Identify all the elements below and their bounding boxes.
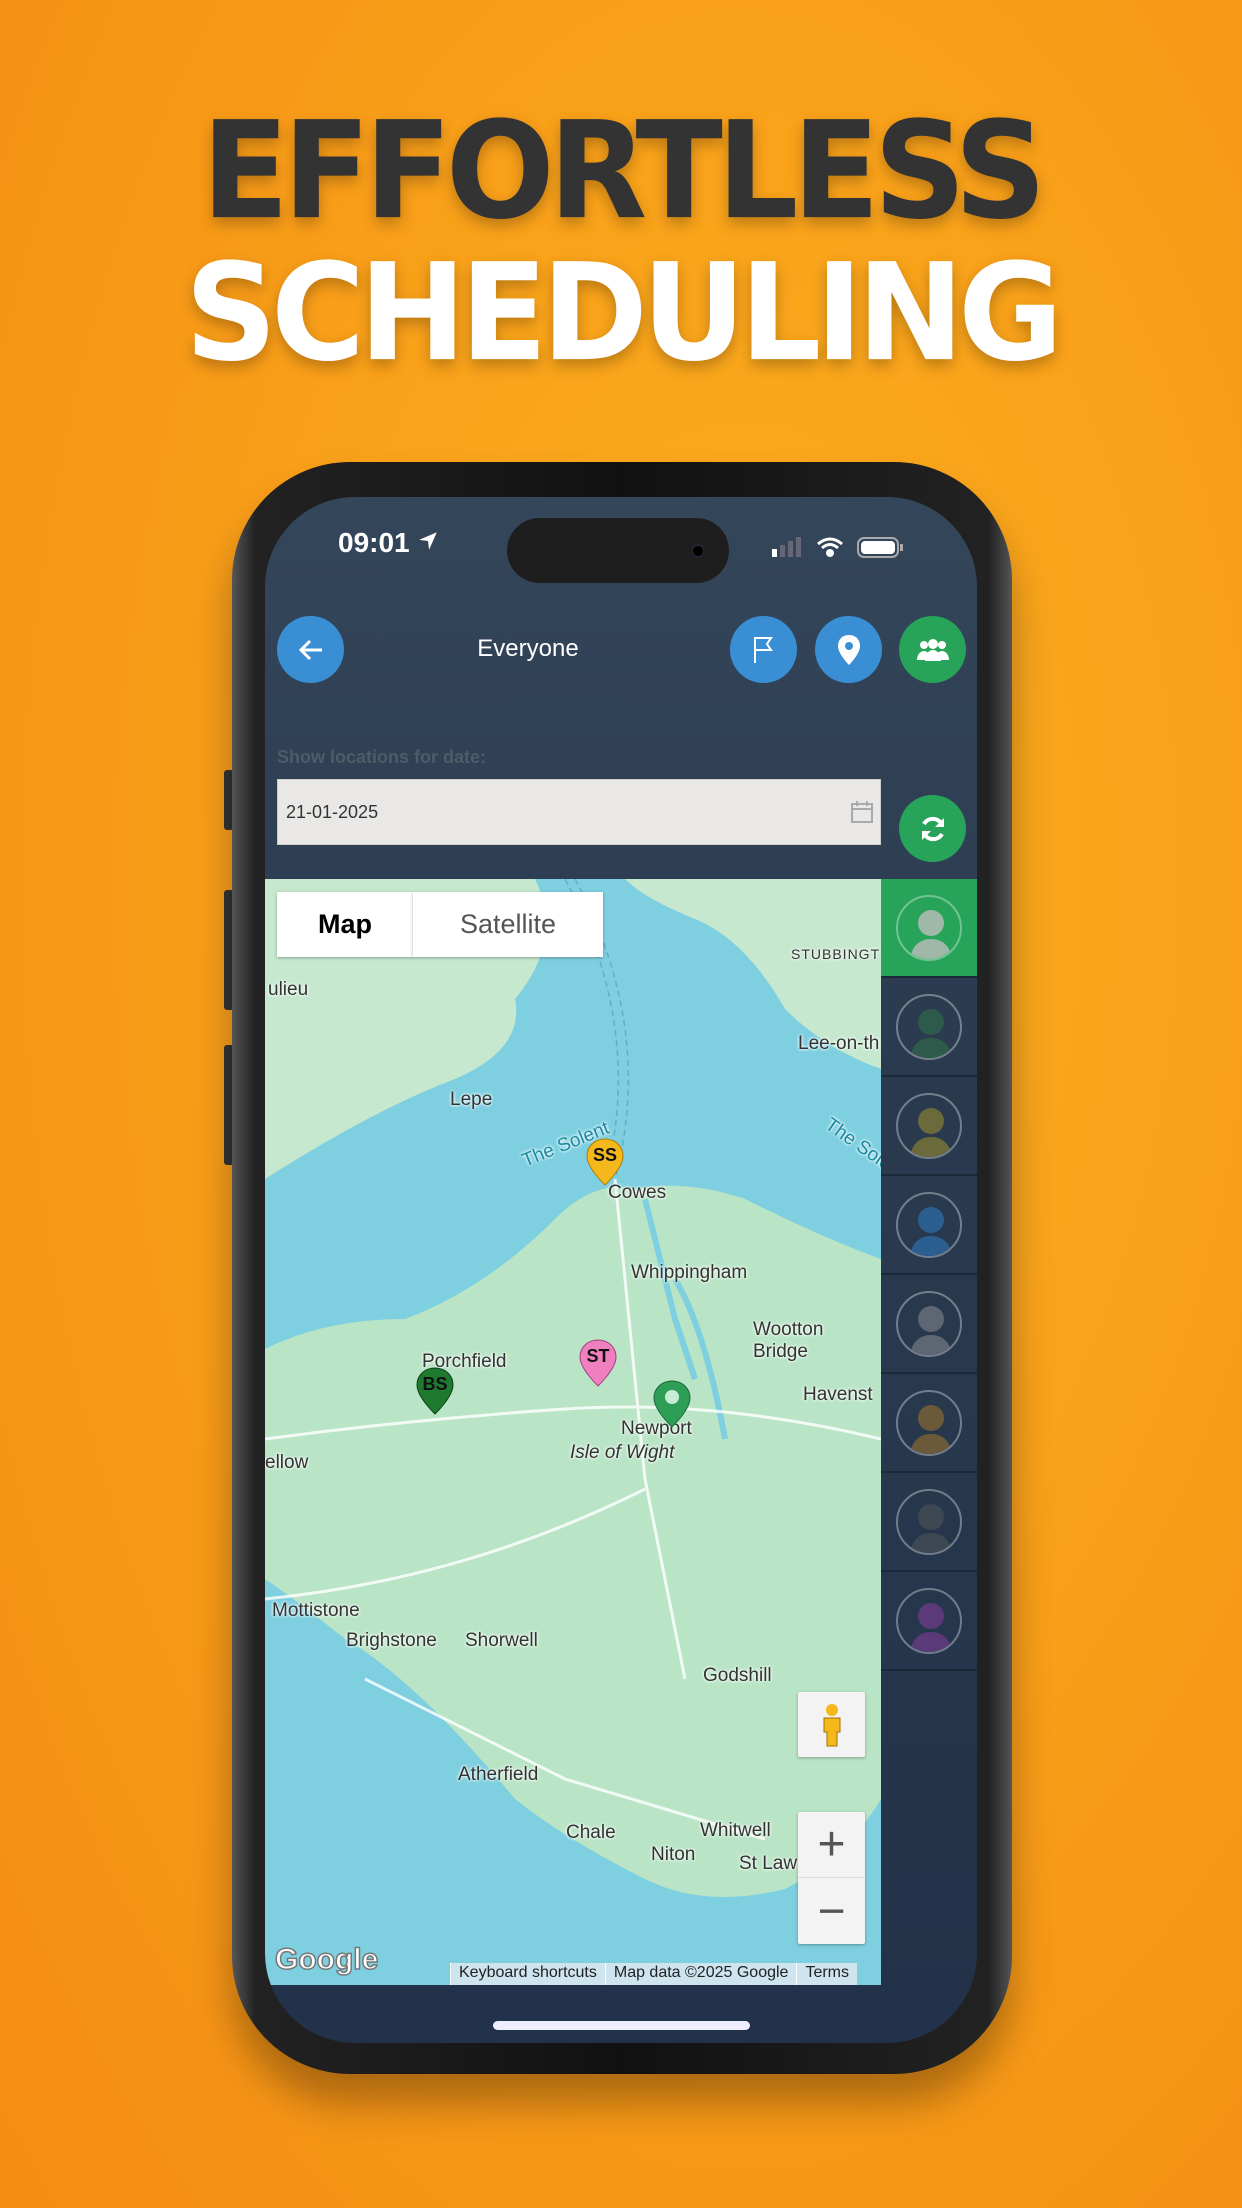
zoom-out-button[interactable]: − — [798, 1878, 865, 1944]
dynamic-island — [507, 518, 729, 583]
phone-screen: 09:01 Everyone Show locations for date: … — [265, 497, 977, 2043]
map-pin-icon — [837, 634, 860, 665]
calendar-icon[interactable] — [850, 800, 874, 824]
person-silhouette-icon — [910, 909, 952, 959]
map-label: St Law — [739, 1853, 798, 1874]
people-sidebar — [881, 879, 977, 2043]
person-row[interactable] — [881, 1572, 977, 1671]
date-value: 21-01-2025 — [286, 802, 379, 822]
map-type-map[interactable]: Map — [277, 892, 413, 957]
google-logo: Google — [274, 1942, 379, 1977]
map-attribution: Keyboard shortcuts Map data ©2025 Google… — [450, 1963, 857, 1985]
avatar — [896, 993, 962, 1060]
map-label: Niton — [651, 1844, 696, 1865]
marker-location[interactable] — [652, 1379, 692, 1429]
person-row[interactable] — [881, 1275, 977, 1374]
map-label: Isle of Wight — [570, 1442, 675, 1463]
map-label: Chale — [566, 1822, 616, 1843]
everyone-button[interactable] — [899, 616, 966, 683]
person-silhouette-icon — [910, 1008, 952, 1058]
signal-icon — [772, 537, 801, 557]
street-view-button[interactable] — [798, 1692, 865, 1757]
marker-ss[interactable]: SS — [585, 1137, 625, 1187]
flag-icon — [753, 636, 773, 663]
terms-link[interactable]: Terms — [796, 1963, 857, 1985]
map-label: STUBBINGT — [791, 946, 881, 962]
map-label: Havenst — [803, 1384, 873, 1405]
person-silhouette-icon — [910, 1107, 952, 1157]
date-input[interactable]: 21-01-2025 — [277, 779, 881, 845]
map-label: Brighstone — [346, 1630, 437, 1651]
map-label: Mottistone — [272, 1600, 360, 1621]
person-row[interactable] — [881, 1176, 977, 1275]
headline-line-2: SCHEDULING — [184, 235, 1063, 392]
time-text: 09:01 — [338, 527, 410, 558]
home-indicator[interactable] — [493, 2021, 750, 2030]
keyboard-shortcuts-link[interactable]: Keyboard shortcuts — [450, 1963, 605, 1985]
avatar — [896, 1488, 962, 1555]
map-type-control: Map Satellite — [277, 892, 603, 957]
refresh-icon — [921, 816, 944, 841]
marker-bs[interactable]: BS — [415, 1366, 455, 1416]
status-icons — [772, 537, 903, 558]
map-label: Whitwell — [700, 1820, 771, 1841]
zoom-control: + − — [798, 1812, 865, 1944]
map-label: Wootton — [753, 1319, 824, 1340]
map-label: Lee-on-th — [798, 1033, 880, 1054]
map-label: Shorwell — [465, 1630, 538, 1651]
map-label: ulieu — [268, 979, 309, 1000]
map-label: Whippingham — [631, 1262, 748, 1283]
marker-initials: SS — [592, 1145, 617, 1165]
battery-icon — [857, 537, 903, 558]
avatar — [896, 894, 962, 961]
back-button[interactable] — [277, 616, 344, 683]
person-row[interactable] — [881, 1077, 977, 1176]
map-label: Godshill — [703, 1665, 772, 1686]
headline-line-1: EFFORTLESS — [201, 93, 1047, 250]
avatar — [896, 1092, 962, 1159]
wifi-icon — [817, 537, 843, 557]
zoom-in-button[interactable]: + — [798, 1812, 865, 1878]
person-row[interactable] — [881, 879, 977, 978]
flag-button[interactable] — [730, 616, 797, 683]
map-data-text: Map data ©2025 Google — [604, 1963, 797, 1985]
refresh-button[interactable] — [899, 795, 966, 862]
map-background — [265, 879, 881, 1897]
marker-st[interactable]: ST — [578, 1338, 618, 1388]
marker-pin-icon — [653, 1380, 691, 1428]
person-row[interactable] — [881, 1473, 977, 1572]
marker-initials: BS — [422, 1374, 448, 1394]
page-title: Everyone — [477, 635, 579, 662]
person-row[interactable] — [881, 1374, 977, 1473]
group-icon — [916, 638, 949, 661]
person-row[interactable] — [881, 978, 977, 1077]
person-silhouette-icon — [910, 1305, 952, 1355]
camera-icon — [691, 544, 705, 558]
location-button[interactable] — [815, 616, 882, 683]
map-label: Bridge — [753, 1341, 808, 1362]
status-time: 09:01 — [338, 527, 439, 559]
person-silhouette-icon — [910, 1404, 952, 1454]
person-silhouette-icon — [910, 1602, 952, 1652]
avatar — [896, 1290, 962, 1357]
map-label: Atherfield — [458, 1764, 539, 1785]
marker-initials: ST — [586, 1346, 610, 1366]
map-view[interactable]: ulieu STUBBINGT Lee-on-th Lepe The Solen… — [265, 879, 881, 1985]
date-label: Show locations for date: — [277, 747, 487, 767]
map-type-satellite[interactable]: Satellite — [413, 892, 603, 957]
pegman-icon — [823, 1703, 840, 1746]
avatar — [896, 1389, 962, 1456]
map-label: Lepe — [450, 1089, 493, 1110]
avatar — [896, 1191, 962, 1258]
arrow-left-icon — [298, 639, 322, 660]
map-label: ellow — [265, 1452, 309, 1473]
location-arrow-icon — [419, 532, 438, 550]
avatar — [896, 1587, 962, 1654]
person-silhouette-icon — [910, 1206, 952, 1256]
person-silhouette-icon — [910, 1503, 952, 1553]
